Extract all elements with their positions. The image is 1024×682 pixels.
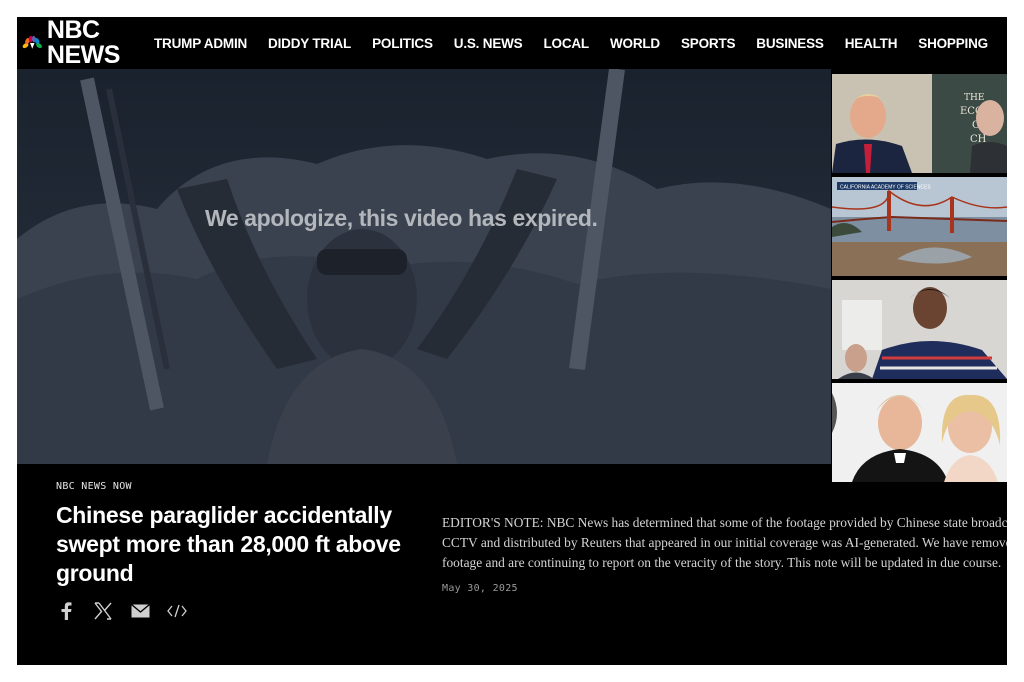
logo-wordmark: NBC NEWS [46, 17, 121, 69]
video-poster [17, 69, 831, 464]
related-videos: THE ECO C CH CALIFORNIA ACADEMY OF SCIEN… [831, 69, 1007, 482]
facebook-icon[interactable] [56, 601, 76, 621]
nav-shopping[interactable]: SHOPPING [918, 36, 988, 51]
share-bar [56, 601, 204, 621]
related-video-thumbnail[interactable] [832, 383, 1007, 482]
x-icon[interactable] [93, 601, 113, 621]
editors-note: EDITOR'S NOTE: NBC News has determined t… [442, 515, 1007, 570]
article-headline: Chinese paraglider accidentally swept mo… [56, 502, 401, 586]
nav-trump-admin[interactable]: TRUMP ADMIN [154, 36, 247, 51]
top-nav: NBC NEWS TRUMP ADMIN DIDDY TRIAL POLITIC… [17, 17, 1007, 69]
related-video-thumbnail[interactable]: CALIFORNIA ACADEMY OF SCIENCES [832, 177, 1007, 276]
peacock-icon [22, 35, 42, 49]
nav-health[interactable]: HEALTH [845, 36, 898, 51]
nav-diddy-trial[interactable]: DIDDY TRIAL [268, 36, 351, 51]
embed-icon[interactable] [167, 601, 187, 621]
nav-local[interactable]: LOCAL [543, 36, 589, 51]
nav-business[interactable]: BUSINESS [756, 36, 824, 51]
section-eyebrow[interactable]: NBC NEWS NOW [56, 481, 132, 492]
video-expired-message: We apologize, this video has expired. [205, 205, 598, 231]
nav-politics[interactable]: POLITICS [372, 36, 433, 51]
thumbnail-image [832, 383, 1007, 482]
thumb-banner-text: CALIFORNIA ACADEMY OF SCIENCES [840, 185, 931, 191]
thumbnail-image [832, 280, 1007, 379]
thumb-sign-text: THE [964, 93, 984, 103]
related-video-thumbnail[interactable] [832, 280, 1007, 379]
nbc-news-logo[interactable]: NBC NEWS [21, 18, 132, 68]
email-icon[interactable] [130, 601, 150, 621]
publish-date: May 30, 2025 [442, 583, 518, 594]
related-video-thumbnail[interactable]: THE ECO C CH [832, 74, 1007, 173]
thumbnail-image: CALIFORNIA ACADEMY OF SCIENCES [832, 177, 1007, 276]
nav-us-news[interactable]: U.S. NEWS [454, 36, 523, 51]
nav-sports[interactable]: SPORTS [681, 36, 736, 51]
nav-world[interactable]: WORLD [610, 36, 660, 51]
main-nav: TRUMP ADMIN DIDDY TRIAL POLITICS U.S. NE… [154, 36, 1007, 51]
article-container: NBC NEWS TRUMP ADMIN DIDDY TRIAL POLITIC… [17, 17, 1007, 665]
video-player[interactable]: We apologize, this video has expired. [17, 69, 831, 464]
thumbnail-image: THE ECO C CH [832, 74, 1007, 173]
